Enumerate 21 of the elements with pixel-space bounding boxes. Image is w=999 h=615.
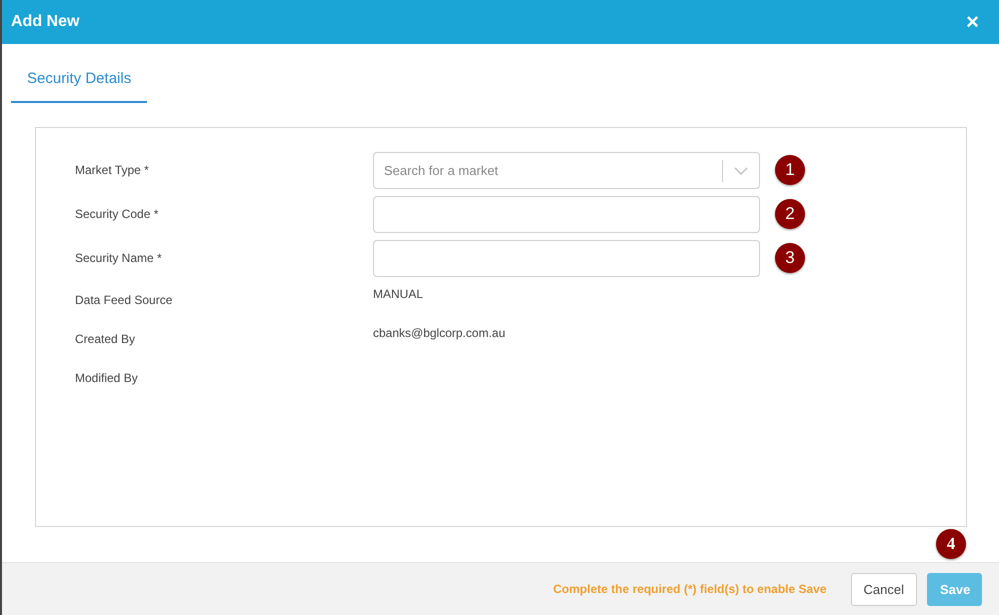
input-field[interactable] bbox=[373, 196, 760, 232]
validation-message: Complete the required (*) field(s) to enable Save bbox=[553, 582, 827, 596]
field-label: Security Name * bbox=[74, 251, 163, 265]
step-badge: 3 bbox=[775, 243, 805, 273]
window-title: Add New bbox=[11, 13, 80, 31]
field-label: Modified By bbox=[74, 370, 139, 384]
field-label: Market Type * bbox=[74, 163, 150, 177]
chevron-down-icon[interactable] bbox=[734, 166, 748, 174]
field-label: Created By bbox=[74, 332, 136, 346]
field-label: Security Code * bbox=[74, 207, 160, 221]
close-button[interactable]: × bbox=[964, 11, 981, 33]
market-search-field[interactable]: Search for a market bbox=[373, 152, 760, 188]
field-value: MANUAL bbox=[373, 286, 424, 300]
field-value: cbanks@bglcorp.com.au bbox=[373, 326, 506, 340]
step-badge: 2 bbox=[775, 199, 805, 229]
step-badge: 1 bbox=[775, 155, 805, 185]
field-label: Data Feed Source bbox=[74, 292, 174, 306]
cancel-button[interactable]: Cancel bbox=[850, 572, 917, 606]
input-field[interactable] bbox=[373, 240, 760, 276]
tab[interactable]: Security Details bbox=[11, 66, 148, 103]
step-badge: 4 bbox=[936, 529, 966, 559]
